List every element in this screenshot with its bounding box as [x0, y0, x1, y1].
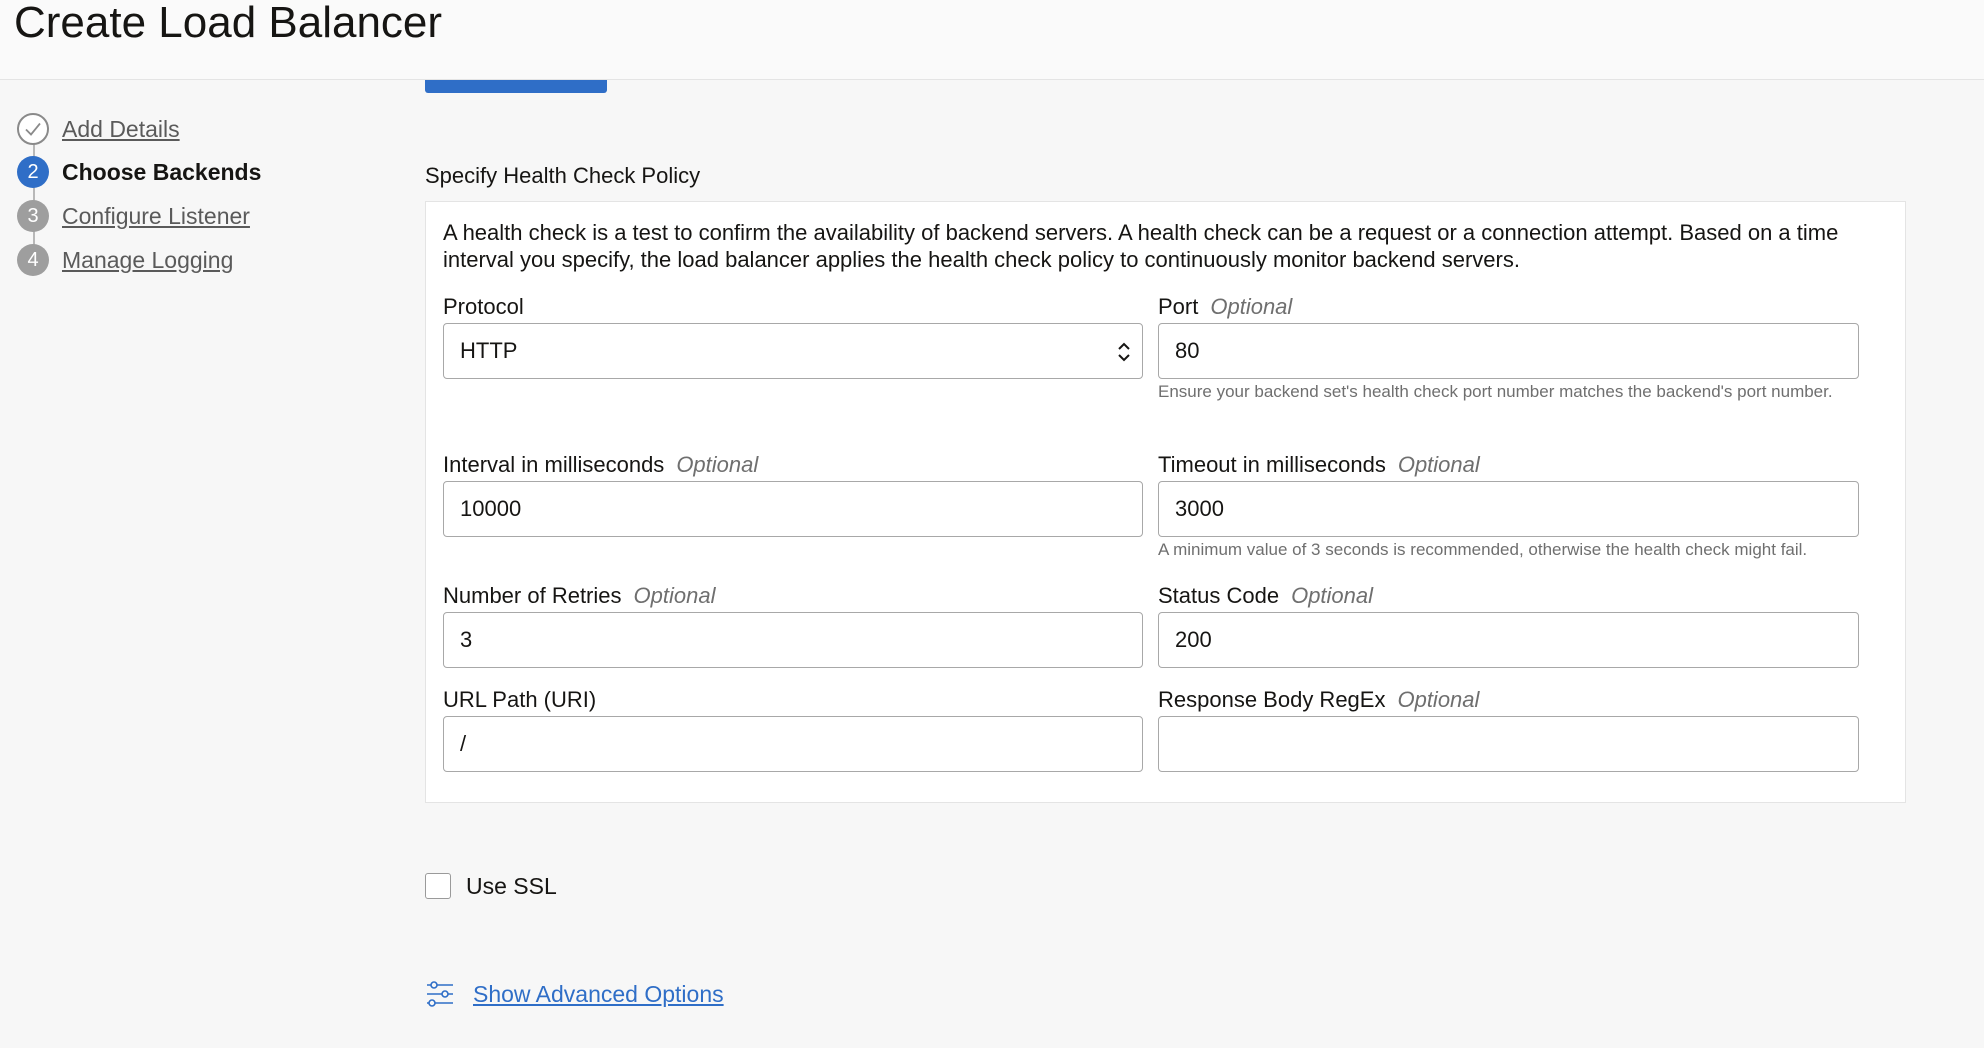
interval-label: Interval in milliseconds Optional [443, 452, 759, 477]
wizard-steps: Add Details 2 Choose Backends 3 Configur… [17, 112, 377, 282]
protocol-label: Protocol [443, 294, 524, 319]
status-code-label: Status Code Optional [1158, 583, 1374, 608]
checkmark-icon [17, 113, 49, 145]
step-number: 3 [17, 200, 49, 232]
step-add-details[interactable]: Add Details [17, 112, 180, 146]
status-code-input[interactable]: 200 [1158, 612, 1859, 668]
step-label[interactable]: Add Details [62, 116, 180, 143]
show-advanced-options-link[interactable]: Show Advanced Options [473, 980, 724, 1008]
step-choose-backends: 2 Choose Backends [17, 155, 261, 189]
url-path-label: URL Path (URI) [443, 687, 597, 712]
step-manage-logging[interactable]: 4 Manage Logging [17, 243, 233, 277]
port-hint: Ensure your backend set's health check p… [1158, 382, 1833, 401]
step-label[interactable]: Manage Logging [62, 247, 233, 274]
timeout-hint: A minimum value of 3 seconds is recommen… [1158, 540, 1808, 559]
retries-input[interactable]: 3 [443, 612, 1143, 668]
regex-label: Response Body RegEx Optional [1158, 687, 1480, 712]
optional-tag: Optional [1397, 687, 1480, 712]
section-title: Specify Health Check Policy [425, 163, 701, 188]
primary-button[interactable] [425, 80, 607, 93]
optional-tag: Optional [676, 452, 759, 477]
protocol-select[interactable]: HTTP [443, 323, 1143, 379]
optional-tag: Optional [633, 583, 716, 608]
step-label[interactable]: Configure Listener [62, 203, 250, 230]
optional-tag: Optional [1210, 294, 1293, 319]
section-description: A health check is a test to confirm the … [443, 220, 1839, 272]
step-number: 2 [17, 156, 49, 188]
page-title: Create Load Balancer [14, 0, 443, 47]
timeout-input[interactable]: 3000 [1158, 481, 1859, 537]
port-label: Port Optional [1158, 294, 1293, 319]
use-ssl-checkbox[interactable] [425, 873, 451, 899]
step-number: 4 [17, 244, 49, 276]
interval-input[interactable]: 10000 [443, 481, 1143, 537]
page-header: Create Load Balancer [0, 0, 1984, 80]
optional-tag: Optional [1291, 583, 1374, 608]
port-input[interactable]: 80 [1158, 323, 1859, 379]
use-ssl-label[interactable]: Use SSL [466, 873, 557, 899]
health-check-card: A health check is a test to confirm the … [425, 201, 1906, 803]
select-arrows-icon [1118, 342, 1130, 362]
optional-tag: Optional [1397, 452, 1480, 477]
retries-label: Number of Retries Optional [443, 583, 716, 608]
sliders-icon[interactable] [425, 979, 455, 1009]
timeout-label: Timeout in milliseconds Optional [1158, 452, 1480, 477]
step-configure-listener[interactable]: 3 Configure Listener [17, 199, 250, 233]
step-label: Choose Backends [62, 158, 262, 185]
protocol-value: HTTP [460, 338, 518, 363]
url-path-input[interactable]: / [443, 716, 1143, 772]
regex-input[interactable] [1158, 716, 1859, 772]
